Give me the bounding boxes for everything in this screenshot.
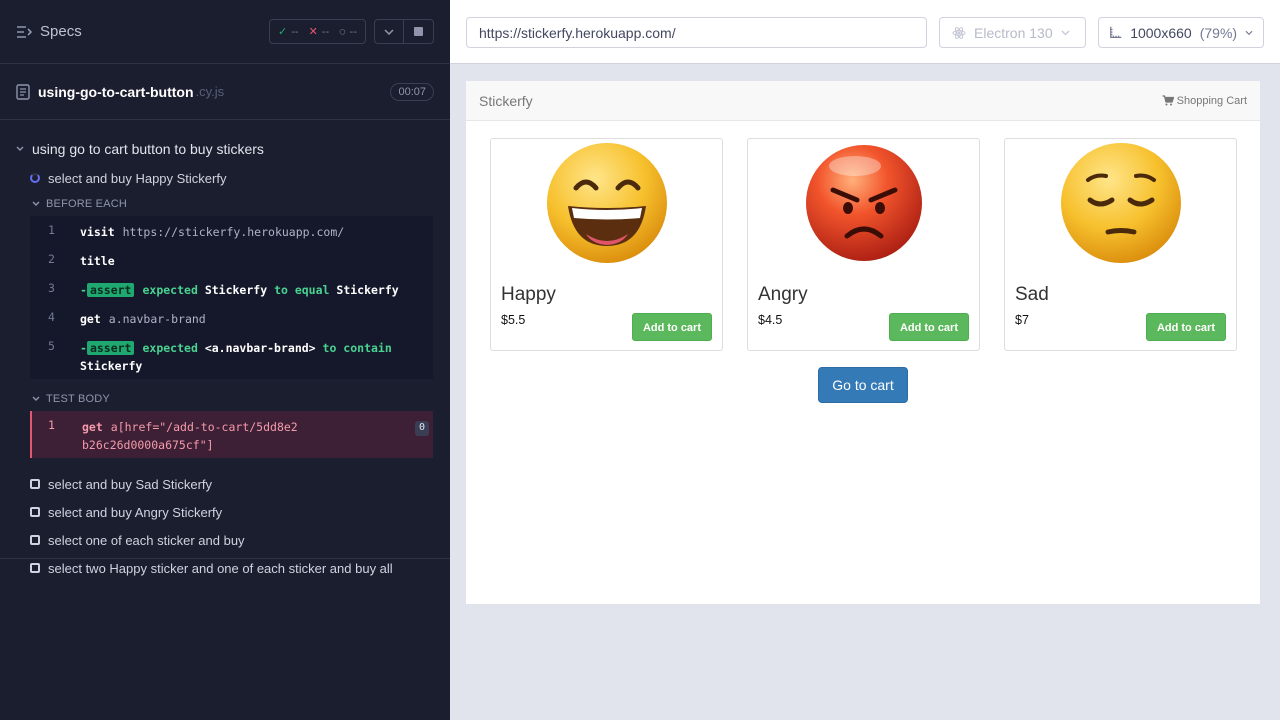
queued-test-icon (30, 479, 40, 489)
command-row[interactable]: 4 get a.navbar-brand (30, 303, 433, 332)
add-to-cart-button[interactable]: Add to cart (631, 313, 712, 341)
test-body-hook[interactable]: TEST BODY (0, 387, 450, 411)
electron-icon (952, 26, 966, 39)
product-price: $4.5 (758, 313, 783, 327)
command-row[interactable]: 2 title (30, 245, 433, 274)
suite-title: using go to cart button to buy stickers (32, 141, 264, 157)
site-navbar: Stickerfy Shopping Cart (466, 81, 1260, 121)
chevron-down-icon (1061, 30, 1070, 35)
product-grid: Happy $5.5 Add to cart Angry $4.5 Add to… (490, 138, 1237, 351)
product-price: $7 (1015, 313, 1029, 327)
spec-file-name: using-go-to-cart-button (38, 83, 194, 100)
spec-file-row[interactable]: using-go-to-cart-button .cy.js 00:07 (0, 64, 450, 120)
chevron-down-icon (32, 201, 40, 206)
element-count-badge: 0 (414, 421, 429, 436)
test-title: select and buy Happy Stickerfy (48, 170, 227, 186)
browser-selector[interactable]: Electron 130 (939, 17, 1086, 48)
specs-list-icon (17, 25, 32, 38)
before-each-commands: 1 visit https://stickerfy.herokuapp.com/ … (30, 216, 433, 379)
pending-circle-icon: ◌ (339, 25, 346, 38)
add-to-cart-button[interactable]: Add to cart (888, 313, 969, 341)
pending-stat: ◌ -- (339, 25, 357, 38)
chevron-down-icon (1245, 30, 1253, 35)
pending-command-row[interactable]: 1 get a[href="/add-to-cart/5dd8e2b26c26d0… (30, 411, 433, 458)
product-card-angry: Angry $4.5 Add to cart (747, 138, 980, 351)
product-card-sad: Sad $7 Add to cart (1004, 138, 1237, 351)
document-icon (16, 83, 30, 100)
run-stats: ✓ -- ✕ -- ◌ -- (269, 19, 366, 44)
command-log-panel: Specs ✓ -- ✕ -- ◌ -- using-go-to-cart-butto (0, 0, 450, 720)
add-to-cart-button[interactable]: Add to cart (1145, 313, 1226, 341)
happy-face-icon (547, 143, 667, 263)
product-title: Sad (1015, 284, 1049, 305)
assert-row[interactable]: 5 - assert expected <a.navbar-brand> to co… (30, 332, 433, 379)
product-title: Happy (501, 284, 556, 305)
product-price: $5.5 (501, 313, 526, 327)
stop-icon (414, 27, 423, 36)
suite-row[interactable]: using go to cart button to buy stickers (0, 134, 450, 164)
running-test-row[interactable]: select and buy Happy Stickerfy (0, 164, 450, 192)
queued-test-icon (30, 535, 40, 545)
assert-badge: assert (86, 283, 135, 297)
viewport-zoom: (79%) (1199, 24, 1238, 41)
navbar-brand[interactable]: Stickerfy (479, 93, 533, 109)
passed-stat: ✓ -- (278, 25, 299, 39)
aut-header: https://stickerfy.herokuapp.com/ Electro… (450, 0, 1280, 64)
failed-stat: ✕ -- (308, 25, 330, 39)
specs-toggle[interactable]: Specs (16, 23, 82, 40)
url-bar[interactable]: https://stickerfy.herokuapp.com/ (466, 17, 927, 48)
product-title: Angry (758, 284, 808, 305)
shopping-cart-link[interactable]: Shopping Cart (1162, 95, 1247, 107)
test-row[interactable]: select and buy Angry Stickerfy (0, 498, 450, 526)
reporter-divider (0, 558, 450, 559)
product-card-happy: Happy $5.5 Add to cart (490, 138, 723, 351)
command-row[interactable]: 1 visit https://stickerfy.herokuapp.com/ (30, 216, 433, 245)
viewport-selector[interactable]: 1000x660 (79%) (1098, 17, 1264, 48)
test-row[interactable]: select one of each sticker and buy (0, 526, 450, 554)
spec-duration: 00:07 (390, 82, 434, 101)
test-row[interactable]: select and buy Sad Stickerfy (0, 470, 450, 498)
before-each-hook[interactable]: BEFORE EACH (0, 192, 450, 216)
stop-button[interactable] (404, 19, 434, 44)
chevron-down-icon (32, 396, 40, 401)
angry-face-icon (806, 145, 922, 261)
test-body-commands: 1 get a[href="/add-to-cart/5dd8e2b26c26d0… (30, 411, 433, 458)
ruler-icon (1110, 26, 1122, 38)
chevron-down-icon (16, 146, 24, 151)
viewport-size: 1000x660 (1130, 24, 1192, 41)
reporter-header: Specs ✓ -- ✕ -- ◌ -- (0, 0, 450, 64)
app-under-test-frame: Stickerfy Shopping Cart Happy $5.5 Add t… (466, 81, 1260, 604)
sad-face-icon (1061, 143, 1181, 263)
url-text: https://stickerfy.herokuapp.com/ (479, 24, 676, 41)
check-icon: ✓ (278, 26, 288, 38)
assert-badge: assert (86, 341, 135, 355)
queued-test-icon (30, 563, 40, 573)
expand-collapse-button[interactable] (374, 19, 404, 44)
browser-name: Electron 130 (974, 24, 1053, 41)
assert-row[interactable]: 3 - assert expected Stickerfy to equal Sti… (30, 274, 433, 303)
specs-label: Specs (40, 23, 82, 40)
running-spinner-icon (30, 173, 40, 183)
spec-file-ext: .cy.js (195, 84, 225, 99)
chevron-down-icon (384, 28, 394, 35)
go-to-cart-button[interactable]: Go to cart (818, 367, 908, 403)
shopping-cart-icon (1162, 95, 1174, 106)
queued-test-icon (30, 507, 40, 517)
x-icon: ✕ (308, 26, 318, 38)
